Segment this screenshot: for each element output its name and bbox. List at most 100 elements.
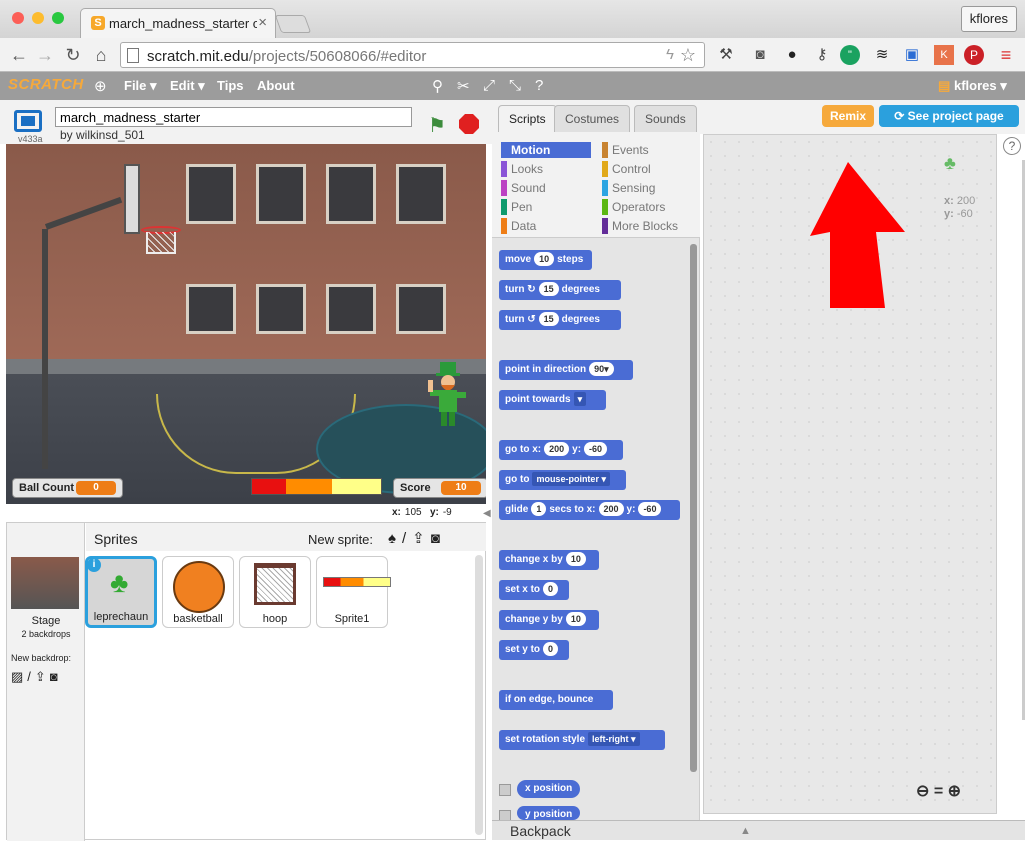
green-flag-icon[interactable]: ⚑ bbox=[428, 113, 446, 138]
user-menu[interactable]: kflores ▾ bbox=[954, 78, 1007, 94]
home-icon[interactable]: ⌂ bbox=[90, 44, 112, 66]
brush-backdrop-icon[interactable]: / bbox=[27, 669, 35, 684]
sprite-pane-scrollbar[interactable] bbox=[475, 555, 483, 835]
duplicate-stamp-icon[interactable]: ⚲ bbox=[432, 77, 443, 95]
sprite-library-icon[interactable]: ♠ bbox=[388, 530, 402, 547]
block-input[interactable]: 200 bbox=[544, 442, 570, 456]
block-bounce[interactable]: if on edge, bounce bbox=[499, 690, 613, 710]
block-input[interactable]: 0 bbox=[543, 642, 559, 656]
backpack-bar[interactable]: Backpack ▲ bbox=[492, 820, 1025, 840]
block-dropdown[interactable]: left-right ▾ bbox=[588, 732, 640, 746]
project-title-input[interactable] bbox=[55, 107, 412, 127]
category-operators[interactable]: Operators bbox=[602, 199, 665, 215]
camera-backdrop-icon[interactable]: ◙ bbox=[50, 669, 62, 684]
reload-icon[interactable]: ↻ bbox=[62, 44, 84, 66]
grow-icon[interactable]: ⤢ bbox=[483, 77, 495, 94]
tab-costumes[interactable]: Costumes bbox=[554, 105, 631, 132]
zoom-reset-icon[interactable]: = bbox=[934, 783, 943, 800]
block-change-y[interactable]: change y by 10 bbox=[499, 610, 599, 630]
close-window-button[interactable] bbox=[12, 12, 24, 24]
chrome-menu-icon[interactable]: ≡ bbox=[996, 45, 1016, 65]
block-set-x[interactable]: set x to 0 bbox=[499, 580, 569, 600]
globe-icon[interactable]: ⊕ bbox=[94, 77, 107, 95]
x-position-checkbox[interactable] bbox=[499, 784, 511, 796]
sprite-tile-leprechaun[interactable]: i ♣ leprechaun bbox=[85, 556, 157, 628]
bookmark-star-icon[interactable]: ☆ bbox=[680, 45, 696, 66]
expand-backpack-icon[interactable]: ▲ bbox=[740, 821, 751, 841]
see-project-page-button[interactable]: ⟳ See project page bbox=[879, 105, 1019, 127]
block-set-y[interactable]: set y to 0 bbox=[499, 640, 569, 660]
block-x-position[interactable]: x position bbox=[517, 780, 581, 798]
sprite-tile-basketball[interactable]: basketball bbox=[162, 556, 234, 628]
maximize-window-button[interactable] bbox=[52, 12, 64, 24]
paint-sprite-icon[interactable]: / bbox=[402, 530, 412, 547]
stop-sign-icon[interactable] bbox=[459, 114, 479, 134]
lightning-icon[interactable]: ϟ bbox=[666, 46, 674, 63]
block-input[interactable]: 10 bbox=[534, 252, 555, 266]
about-menu[interactable]: About bbox=[257, 78, 295, 93]
block-move-steps[interactable]: move 10 steps bbox=[499, 250, 592, 270]
back-arrow-icon[interactable]: ← bbox=[8, 44, 30, 66]
tips-menu[interactable]: Tips bbox=[217, 78, 244, 93]
upload-backdrop-icon[interactable]: ⇪ bbox=[35, 669, 50, 684]
hangouts-extension-icon[interactable]: " bbox=[840, 45, 860, 65]
fullscreen-icon[interactable] bbox=[14, 110, 42, 132]
zoom-out-icon[interactable]: ⊖ bbox=[916, 783, 929, 800]
collapse-stage-icon[interactable]: ◀ bbox=[483, 508, 491, 519]
block-turn-left[interactable]: turn ↺ 15 degrees bbox=[499, 310, 621, 330]
block-dropdown[interactable]: mouse-pointer ▾ bbox=[532, 472, 610, 486]
category-motion[interactable]: Motion bbox=[501, 142, 591, 158]
score-monitor[interactable]: Score 10 bbox=[393, 478, 486, 498]
cut-scissors-icon[interactable]: ✂ bbox=[457, 77, 470, 95]
block-point-towards[interactable]: point towards ▾ bbox=[499, 390, 606, 410]
leprechaun-sprite[interactable] bbox=[426, 360, 470, 430]
screenshot-extension-icon[interactable]: ▣ bbox=[902, 45, 922, 65]
palette-scrollbar[interactable] bbox=[690, 244, 697, 772]
block-turn-right[interactable]: turn ↻ 15 degrees bbox=[499, 280, 621, 300]
minimize-window-button[interactable] bbox=[32, 12, 44, 24]
block-input[interactable]: 15 bbox=[538, 282, 559, 296]
stage-canvas[interactable]: Ball Count 0 Score 10 bbox=[6, 144, 486, 504]
block-dropdown[interactable]: ▾ bbox=[573, 392, 587, 406]
block-input[interactable]: 1 bbox=[531, 502, 547, 516]
wrench-extension-icon[interactable]: ⚒ bbox=[716, 45, 736, 65]
help-icon[interactable]: ? bbox=[535, 77, 543, 94]
camera-sprite-icon[interactable]: ◙ bbox=[431, 530, 446, 547]
pinterest-extension-icon[interactable]: P bbox=[964, 45, 984, 65]
tab-close-icon[interactable]: × bbox=[258, 14, 267, 31]
block-y-position[interactable]: y position bbox=[517, 806, 581, 820]
ball-count-monitor[interactable]: Ball Count 0 bbox=[12, 478, 123, 498]
edit-menu[interactable]: Edit ▾ bbox=[170, 78, 205, 94]
file-menu[interactable]: File ▾ bbox=[124, 78, 157, 94]
block-glide[interactable]: glide 1 secs to x: 200 y: -60 bbox=[499, 500, 680, 520]
block-goto-xy[interactable]: go to x: 200 y: -60 bbox=[499, 440, 623, 460]
key-extension-icon[interactable]: ⚷ bbox=[812, 45, 832, 65]
block-input[interactable]: 10 bbox=[565, 552, 586, 566]
category-looks[interactable]: Looks bbox=[501, 161, 543, 177]
upload-sprite-icon[interactable]: ⇪ bbox=[412, 530, 431, 547]
help-icon[interactable]: ? bbox=[1003, 137, 1021, 155]
k-extension-icon[interactable]: K bbox=[934, 45, 954, 65]
tab-sounds[interactable]: Sounds bbox=[634, 105, 697, 132]
forward-arrow-icon[interactable]: → bbox=[34, 44, 56, 66]
buffer-extension-icon[interactable]: ≋ bbox=[872, 45, 892, 65]
block-input[interactable]: 10 bbox=[565, 612, 586, 626]
block-goto[interactable]: go to mouse-pointer ▾ bbox=[499, 470, 626, 490]
shrink-icon[interactable]: ⤡ bbox=[509, 77, 521, 94]
pocket-extension-icon[interactable]: ◙ bbox=[750, 45, 770, 65]
category-more-blocks[interactable]: More Blocks bbox=[602, 218, 678, 234]
browser-tab[interactable]: S march_madness_starter on × bbox=[80, 8, 276, 38]
info-icon[interactable]: i bbox=[87, 558, 101, 572]
block-input[interactable]: -60 bbox=[584, 442, 608, 456]
profile-button[interactable]: kflores bbox=[960, 6, 1017, 32]
mask-extension-icon[interactable]: ● bbox=[782, 45, 802, 65]
new-tab-button[interactable] bbox=[274, 15, 312, 33]
block-rotation-style[interactable]: set rotation style left-right ▾ bbox=[499, 730, 665, 750]
block-input[interactable]: 200 bbox=[598, 502, 624, 516]
sprite-tile-hoop[interactable]: hoop bbox=[239, 556, 311, 628]
stage-thumbnail[interactable] bbox=[11, 557, 79, 609]
zoom-in-icon[interactable]: ⊕ bbox=[948, 783, 961, 800]
category-sound[interactable]: Sound bbox=[501, 180, 546, 196]
category-data[interactable]: Data bbox=[501, 218, 536, 234]
category-pen[interactable]: Pen bbox=[501, 199, 532, 215]
